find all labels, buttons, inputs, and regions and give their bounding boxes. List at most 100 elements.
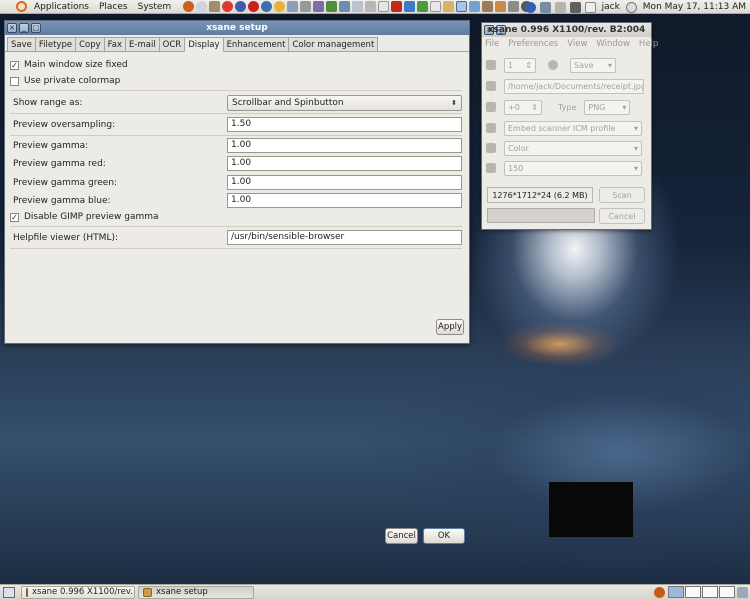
settings-icon[interactable] bbox=[235, 1, 247, 12]
scanner-icon[interactable] bbox=[508, 1, 520, 12]
chrome-icon[interactable] bbox=[274, 1, 286, 12]
tab-color-management[interactable]: Color management bbox=[288, 37, 379, 51]
spin-arrows-icon: ⇕ bbox=[525, 60, 532, 70]
show-range-combo[interactable]: Scrollbar and Spinbutton ⬍ bbox=[227, 95, 462, 111]
minimize-icon[interactable]: _ bbox=[19, 23, 29, 33]
save-mode-combo[interactable]: Save ▾ bbox=[570, 57, 616, 73]
pidgin-icon[interactable] bbox=[313, 1, 325, 12]
tab-fax[interactable]: Fax bbox=[103, 37, 127, 51]
menu-applications[interactable]: Applications bbox=[29, 2, 94, 12]
filename-field[interactable]: /home/jack/Documents/receipt.jpg bbox=[504, 78, 644, 94]
tools-icon[interactable] bbox=[482, 1, 494, 12]
mail-icon[interactable] bbox=[339, 1, 351, 12]
volume-icon[interactable] bbox=[569, 1, 581, 13]
minimize-icon[interactable]: _ bbox=[496, 25, 506, 35]
opera-icon[interactable] bbox=[248, 1, 260, 12]
photo-icon[interactable] bbox=[352, 1, 364, 12]
color-mode-combo[interactable]: Color ▾ bbox=[504, 140, 642, 156]
tab-copy[interactable]: Copy bbox=[75, 37, 105, 51]
copies-spinner[interactable]: 1 ⇕ bbox=[504, 57, 536, 73]
close-icon[interactable]: ✕ bbox=[7, 23, 17, 33]
preview-gamma-red-field[interactable]: 1.00 bbox=[227, 156, 462, 171]
globe-icon[interactable] bbox=[261, 1, 273, 12]
cloud-icon[interactable] bbox=[196, 1, 208, 12]
mail-indicator-icon[interactable] bbox=[554, 1, 566, 13]
edit-icon[interactable] bbox=[430, 1, 442, 12]
folder-icon[interactable] bbox=[443, 1, 455, 12]
tab-save[interactable]: Save bbox=[7, 37, 36, 51]
menu-system[interactable]: System bbox=[133, 2, 177, 12]
spreadsheet-icon[interactable] bbox=[417, 1, 429, 12]
show-desktop-icon[interactable] bbox=[3, 586, 15, 598]
gimp-icon[interactable] bbox=[209, 1, 221, 12]
chevron-down-icon: ▾ bbox=[633, 143, 638, 153]
tab-enhancement[interactable]: Enhancement bbox=[222, 37, 290, 51]
preview-gamma-green-field[interactable]: 1.00 bbox=[227, 175, 462, 190]
setup-cancel-button[interactable]: Cancel bbox=[385, 528, 418, 544]
main-window-size-fixed-label: Main window size fixed bbox=[24, 60, 128, 70]
maximize-icon[interactable]: □ bbox=[31, 23, 41, 33]
panel-clock[interactable]: Mon May 17, 11:13 AM bbox=[639, 2, 750, 12]
network-icon[interactable] bbox=[287, 1, 299, 12]
terminal-icon[interactable] bbox=[326, 1, 338, 12]
pdf-icon[interactable] bbox=[391, 1, 403, 12]
user-name[interactable]: jack bbox=[598, 2, 624, 12]
setup-ok-button[interactable]: OK bbox=[423, 528, 465, 544]
close-icon[interactable]: ✕ bbox=[484, 25, 494, 35]
workspace-3[interactable] bbox=[702, 586, 718, 598]
power-icon[interactable] bbox=[625, 1, 637, 13]
tab-ocr[interactable]: OCR bbox=[158, 37, 186, 51]
package-icon[interactable] bbox=[495, 1, 507, 12]
document-icon[interactable] bbox=[378, 1, 390, 12]
writer-icon[interactable] bbox=[404, 1, 416, 12]
main-window-size-fixed-option[interactable]: ✓ Main window size fixed bbox=[10, 60, 128, 70]
xsane-menu-window[interactable]: Window bbox=[596, 39, 630, 49]
use-private-colormap-option[interactable]: Use private colormap bbox=[10, 76, 120, 86]
image-icon[interactable] bbox=[469, 1, 481, 12]
workspace-2[interactable] bbox=[685, 586, 701, 598]
user-icon[interactable] bbox=[584, 1, 596, 13]
scan-button[interactable]: Scan bbox=[599, 187, 645, 203]
xsane-menu-help[interactable]: Help bbox=[639, 39, 658, 49]
tab-display[interactable]: Display bbox=[184, 37, 224, 52]
main-window-size-fixed-checkbox[interactable]: ✓ bbox=[10, 60, 19, 70]
preview-oversampling-field[interactable]: 1.50 bbox=[227, 117, 462, 132]
taskbar-xsane-setup[interactable]: xsane setup bbox=[138, 585, 254, 599]
firefox-icon[interactable] bbox=[183, 1, 195, 12]
lifebuoy-icon[interactable] bbox=[222, 1, 234, 12]
helpfile-viewer-field[interactable]: /usr/bin/sensible-browser bbox=[227, 230, 462, 245]
xsane-titlebar[interactable]: ✕ _ xsane 0.996 X1100/rev. B2:004 bbox=[482, 23, 651, 37]
sound-icon[interactable] bbox=[300, 1, 312, 12]
xsane-cancel-button[interactable]: Cancel bbox=[599, 208, 645, 224]
xsane-menu-view[interactable]: View bbox=[567, 39, 587, 49]
separator bbox=[10, 90, 462, 91]
tab-filetype[interactable]: Filetype bbox=[34, 37, 77, 51]
pointer-icon[interactable] bbox=[456, 1, 468, 12]
apply-button[interactable]: Apply bbox=[436, 319, 464, 335]
workspace-4[interactable] bbox=[719, 586, 735, 598]
use-private-colormap-checkbox[interactable] bbox=[10, 76, 19, 86]
tab-email[interactable]: E-mail bbox=[125, 37, 160, 51]
type-combo[interactable]: PNG ▾ bbox=[584, 99, 631, 115]
taskbar-xsane-main[interactable]: xsane 0.996 X1100/rev... bbox=[21, 585, 135, 599]
offset-spinner[interactable]: +0 ⇕ bbox=[504, 99, 542, 115]
calculator-icon[interactable] bbox=[365, 1, 377, 12]
setup-title: xsane setup bbox=[206, 23, 268, 33]
xsane-menu-file[interactable]: File bbox=[485, 39, 499, 49]
xsane-menu-preferences[interactable]: Preferences bbox=[508, 39, 558, 49]
disable-gimp-preview-gamma-option[interactable]: ✓ Disable GIMP preview gamma bbox=[10, 212, 159, 222]
user-status-icon[interactable] bbox=[539, 1, 551, 13]
disable-gimp-preview-gamma-checkbox[interactable]: ✓ bbox=[10, 212, 19, 222]
preview-gamma-blue-field[interactable]: 1.00 bbox=[227, 193, 462, 208]
resolution-combo[interactable]: 150 ▾ bbox=[504, 160, 642, 176]
menu-places[interactable]: Places bbox=[94, 2, 133, 12]
firefox-icon[interactable] bbox=[654, 586, 665, 598]
save-file-icon[interactable] bbox=[486, 81, 496, 91]
ubuntu-logo-icon[interactable] bbox=[16, 1, 27, 12]
setup-titlebar[interactable]: ✕ _ □ xsane setup bbox=[5, 21, 469, 35]
trash-icon[interactable] bbox=[737, 586, 748, 598]
media-play-icon[interactable] bbox=[524, 1, 536, 13]
workspace-1[interactable] bbox=[668, 586, 684, 598]
preview-gamma-field[interactable]: 1.00 bbox=[227, 138, 462, 153]
icm-profile-combo[interactable]: Embed scanner ICM profile ▾ bbox=[504, 120, 642, 136]
